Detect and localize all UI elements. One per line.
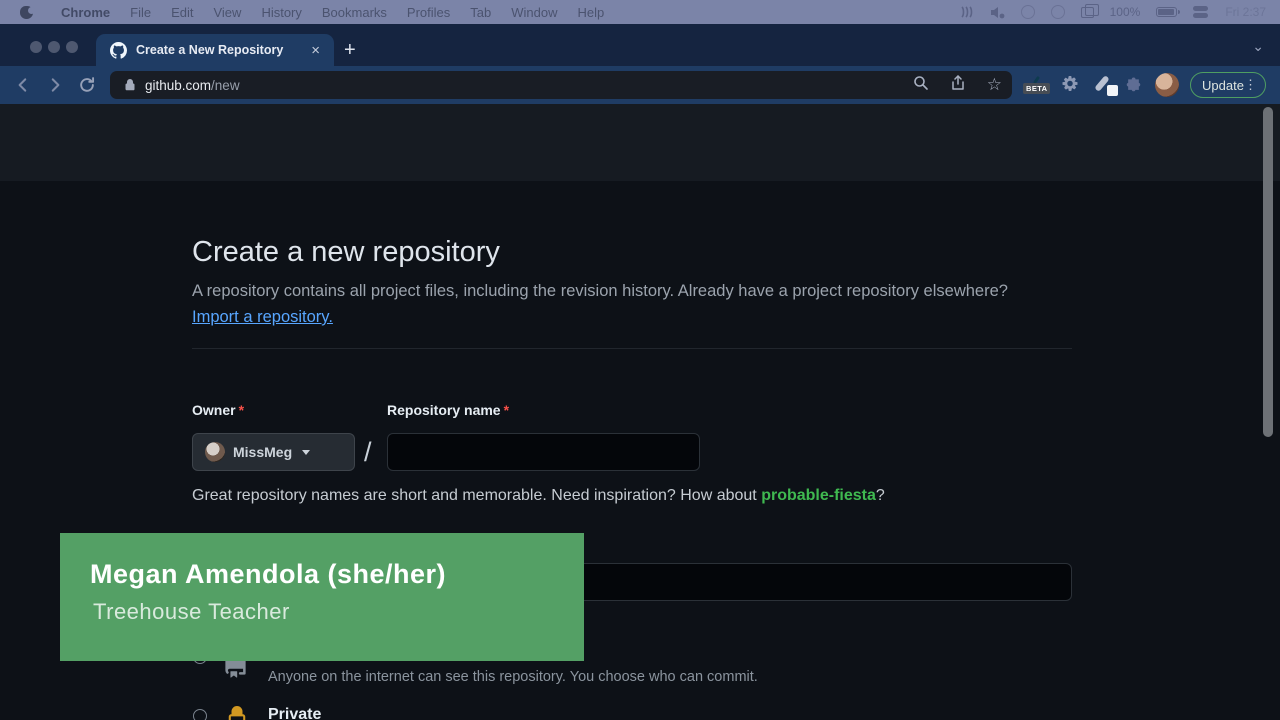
browser-menu-kebab-icon[interactable]: ⋮ — [1244, 77, 1257, 93]
menu-help[interactable]: Help — [568, 5, 615, 20]
repository-name-label: Repository name* — [387, 402, 509, 418]
waves-status-icon[interactable] — [960, 5, 974, 19]
github-header: / Pull requests Issues Marketplace Explo… — [0, 104, 1280, 181]
tab-title: Create a New Repository — [136, 43, 307, 57]
page-intro: A repository contains all project files,… — [192, 278, 1017, 330]
menu-window[interactable]: Window — [501, 5, 567, 20]
highlighter-extension-icon[interactable] — [1096, 74, 1118, 96]
chrome-tab-strip: Create a New Repository × + ⌄ — [0, 24, 1280, 66]
menu-tab[interactable]: Tab — [460, 5, 501, 20]
bookmark-star-icon[interactable]: ☆ — [987, 77, 1002, 93]
scrollbar-thumb[interactable] — [1263, 107, 1273, 437]
chevron-down-icon[interactable]: ⌄ — [1252, 38, 1264, 55]
ssl-lock-icon[interactable] — [124, 79, 136, 91]
chrome-profile-avatar[interactable] — [1155, 73, 1179, 97]
private-label: Private — [268, 706, 321, 720]
presenter-name: Megan Amendola (she/her) — [90, 559, 446, 590]
owner-select-button[interactable]: MissMeg — [192, 433, 355, 471]
dnd-status-icon[interactable] — [1021, 5, 1035, 19]
new-tab-button[interactable]: + — [344, 40, 356, 60]
window-minimize-button[interactable] — [48, 41, 60, 53]
browser-tab-active[interactable]: Create a New Repository × — [96, 34, 334, 66]
menu-history[interactable]: History — [251, 5, 311, 20]
forward-button[interactable] — [46, 76, 64, 99]
hint-suffix: ? — [876, 487, 885, 504]
owner-avatar — [205, 442, 225, 462]
private-radio[interactable] — [193, 709, 207, 720]
menu-chrome[interactable]: Chrome — [51, 5, 120, 20]
chrome-toolbar: github.com /new ☆ BETA Update ⋮ — [0, 66, 1280, 104]
chrome-update-button[interactable]: Update ⋮ — [1190, 72, 1266, 98]
github-favicon-icon — [110, 42, 127, 59]
menu-view[interactable]: View — [203, 5, 251, 20]
update-label: Update — [1202, 78, 1244, 93]
presenter-role: Treehouse Teacher — [93, 599, 290, 625]
lock-icon — [226, 706, 248, 720]
intro-text: A repository contains all project files,… — [192, 282, 1008, 300]
zoom-icon[interactable] — [913, 75, 929, 96]
apple-menu-icon[interactable] — [20, 6, 33, 19]
macos-menu-bar: Chrome File Edit View History Bookmarks … — [0, 0, 1280, 24]
import-repository-link[interactable]: Import a repository. — [192, 308, 333, 326]
menu-bar-clock[interactable]: Fri 2:37 — [1225, 5, 1266, 19]
windows-status-icon[interactable] — [1081, 7, 1094, 18]
back-button[interactable] — [14, 76, 32, 99]
battery-icon — [1156, 7, 1177, 17]
tab-close-icon[interactable]: × — [307, 42, 324, 59]
gear-extension-icon[interactable] — [1060, 76, 1080, 101]
menu-profiles[interactable]: Profiles — [397, 5, 460, 20]
speed-extension-icon[interactable]: BETA — [1026, 73, 1050, 97]
owner-repo-separator: / — [364, 437, 372, 468]
speaker-status-icon[interactable] — [990, 6, 1005, 19]
public-description: Anyone on the internet can see this repo… — [268, 669, 758, 685]
menu-file[interactable]: File — [120, 5, 161, 20]
url-host: github.com — [145, 78, 211, 93]
caret-down-icon — [302, 450, 310, 455]
menu-edit[interactable]: Edit — [161, 5, 203, 20]
repo-name-hint: Great repository names are short and mem… — [192, 487, 885, 505]
window-close-button[interactable] — [30, 41, 42, 53]
url-path: /new — [211, 78, 240, 93]
presenter-overlay: Megan Amendola (she/her) Treehouse Teach… — [60, 533, 584, 661]
section-divider — [192, 348, 1072, 349]
reload-button[interactable] — [78, 76, 96, 99]
owner-label: Owner* — [192, 402, 244, 418]
hint-text: Great repository names are short and mem… — [192, 487, 761, 504]
required-asterisk: * — [504, 402, 509, 418]
owner-value: MissMeg — [233, 444, 292, 460]
window-zoom-button[interactable] — [66, 41, 78, 53]
suggested-repo-name[interactable]: probable-fiesta — [761, 487, 876, 504]
control-center-icon[interactable] — [1193, 6, 1209, 18]
sync-status-icon[interactable] — [1051, 5, 1065, 19]
extensions-puzzle-icon[interactable] — [1124, 75, 1143, 99]
battery-percentage: 100% — [1110, 5, 1141, 19]
url-bar[interactable]: github.com /new ☆ — [110, 71, 1012, 99]
menu-bookmarks[interactable]: Bookmarks — [312, 5, 397, 20]
beta-badge: BETA — [1023, 83, 1050, 94]
required-asterisk: * — [239, 402, 244, 418]
share-icon[interactable] — [950, 75, 966, 96]
page-title: Create a new repository — [192, 236, 500, 269]
repository-name-input[interactable] — [387, 433, 700, 471]
